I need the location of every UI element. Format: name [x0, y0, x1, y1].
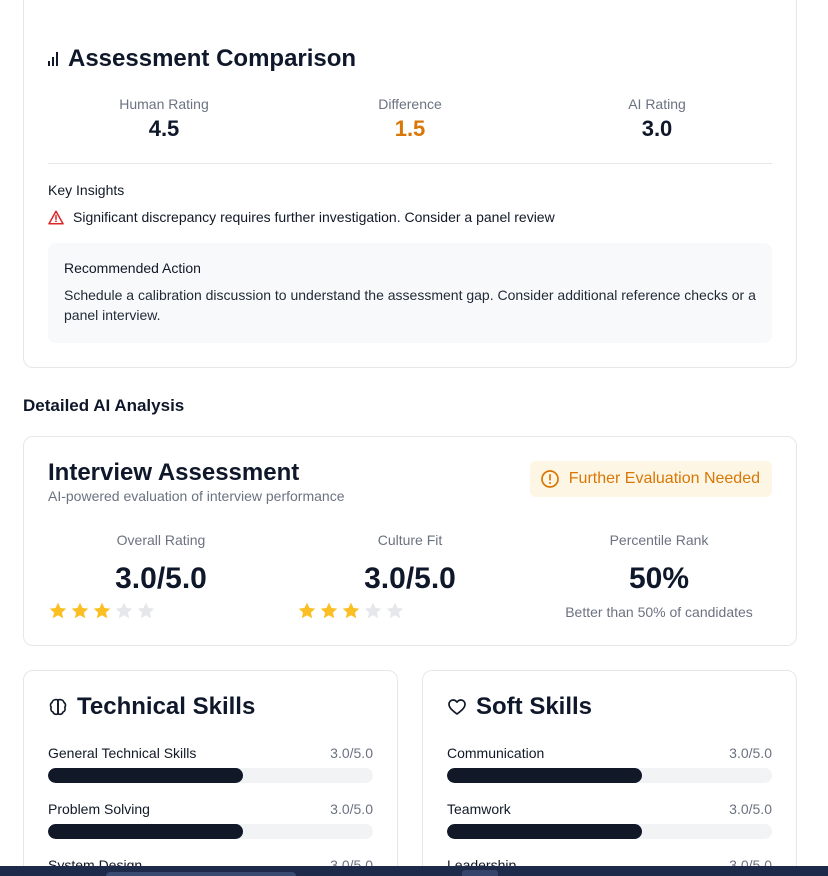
recommended-action-text: Schedule a calibration discussion to und… [64, 287, 756, 323]
overall-rating-label: Overall Rating [116, 532, 206, 548]
bar-chart-icon [48, 52, 58, 66]
skill-progress-fill [447, 824, 642, 839]
recommended-action-title: Recommended Action [64, 260, 201, 276]
interview-assessment-card: Interview Assessment AI-powered evaluati… [23, 436, 797, 646]
overall-rating-value: 3.0/5.0 [115, 562, 207, 595]
skill-progress-fill [48, 768, 243, 783]
skill-progress-fill [48, 824, 243, 839]
difference-label: Difference [378, 96, 442, 112]
comparison-title: Assessment Comparison [68, 45, 357, 72]
ai-rating-label: AI Rating [628, 96, 686, 112]
comparison-header: Assessment Comparison [48, 45, 356, 73]
skill-progress-track [48, 768, 373, 783]
overall-rating-stars [48, 601, 156, 626]
skill-value: 3.0/5.0 [330, 745, 373, 761]
star-empty-icon [114, 601, 134, 626]
skill-value: 3.0/5.0 [729, 745, 772, 761]
skill-name: Leadership [447, 857, 517, 866]
difference-stat: Difference 1.5 [310, 96, 510, 142]
skill-progress-fill [447, 768, 642, 783]
skill-name: Problem Solving [48, 801, 150, 817]
badge-label: Further Evaluation Needed [568, 470, 760, 487]
star-filled-icon [297, 601, 317, 626]
ai-rating-stat: AI Rating 3.0 [557, 96, 757, 142]
star-empty-icon [136, 601, 156, 626]
taskbar-item[interactable] [462, 870, 498, 876]
taskbar-item[interactable] [106, 872, 296, 876]
star-empty-icon [363, 601, 383, 626]
soft-skills-header: Soft Skills [447, 693, 592, 721]
interview-title: Interview Assessment [48, 459, 300, 486]
culture-fit-metric: Culture Fit 3.0/5.0 [290, 532, 530, 596]
skill-progress-track [447, 824, 772, 839]
brain-icon [49, 698, 67, 716]
star-filled-icon [70, 601, 90, 626]
skill-name: System Design [48, 857, 143, 866]
skill-name: Communication [447, 745, 545, 761]
culture-fit-value: 3.0/5.0 [364, 562, 456, 595]
skill-row: Leadership 3.0/5.0 [447, 857, 772, 866]
page: Assessment Comparison Human Rating 4.5 D… [0, 0, 828, 866]
alert-circle-icon [540, 470, 559, 488]
percentile-rank-note: Better than 50% of candidates [565, 604, 753, 620]
skill-row: General Technical Skills 3.0/5.0 [48, 745, 373, 783]
percentile-rank-label: Percentile Rank [609, 532, 709, 548]
soft-skills-card: Soft Skills Communication 3.0/5.0 Teamwo… [422, 670, 797, 866]
insight-item: Significant discrepancy requires further… [48, 209, 555, 225]
star-filled-icon [92, 601, 112, 626]
human-rating-label: Human Rating [119, 96, 209, 112]
percentile-rank-value: 50% [628, 562, 690, 595]
star-filled-icon [319, 601, 339, 626]
insight-text: Significant discrepancy requires further… [73, 209, 555, 225]
assessment-comparison-card: Assessment Comparison Human Rating 4.5 D… [23, 0, 797, 368]
skill-value: 3.0/5.0 [330, 801, 373, 817]
skill-row: Teamwork 3.0/5.0 [447, 801, 772, 839]
divider [48, 163, 772, 164]
skill-name: General Technical Skills [48, 745, 197, 761]
warning-triangle-icon [48, 209, 64, 225]
difference-value: 1.5 [394, 116, 426, 141]
skill-value: 3.0/5.0 [729, 801, 772, 817]
star-filled-icon [48, 601, 68, 626]
skill-row: Problem Solving 3.0/5.0 [48, 801, 373, 839]
culture-fit-stars [297, 601, 405, 626]
taskbar[interactable] [0, 866, 828, 876]
recommended-action-box: Recommended Action Schedule a calibratio… [48, 243, 772, 343]
section-title: Detailed AI Analysis [23, 396, 185, 415]
technical-skills-header: Technical Skills [48, 693, 255, 721]
overall-rating-metric: Overall Rating 3.0/5.0 [41, 532, 281, 596]
star-filled-icon [341, 601, 361, 626]
skill-progress-track [48, 824, 373, 839]
skill-row: Communication 3.0/5.0 [447, 745, 772, 783]
human-rating-stat: Human Rating 4.5 [64, 96, 264, 142]
ai-rating-value: 3.0 [641, 116, 673, 141]
human-rating-value: 4.5 [148, 116, 180, 141]
skill-progress-track [447, 768, 772, 783]
technical-skills-card: Technical Skills General Technical Skill… [23, 670, 398, 866]
key-insights-title: Key Insights [48, 182, 125, 198]
soft-skills-title: Soft Skills [476, 693, 593, 720]
skill-row: System Design 3.0/5.0 [48, 857, 373, 866]
interview-subtitle: AI-powered evaluation of interview perfo… [48, 488, 345, 504]
technical-skills-title: Technical Skills [77, 693, 256, 720]
heart-icon [448, 699, 466, 715]
skill-name: Teamwork [447, 801, 511, 817]
culture-fit-label: Culture Fit [377, 532, 443, 548]
evaluation-status-badge: Further Evaluation Needed [529, 461, 772, 497]
skill-value: 3.0/5.0 [729, 857, 772, 866]
star-empty-icon [385, 601, 405, 626]
percentile-rank-metric: Percentile Rank 50% Better than 50% of c… [539, 532, 779, 620]
skill-value: 3.0/5.0 [330, 857, 373, 866]
